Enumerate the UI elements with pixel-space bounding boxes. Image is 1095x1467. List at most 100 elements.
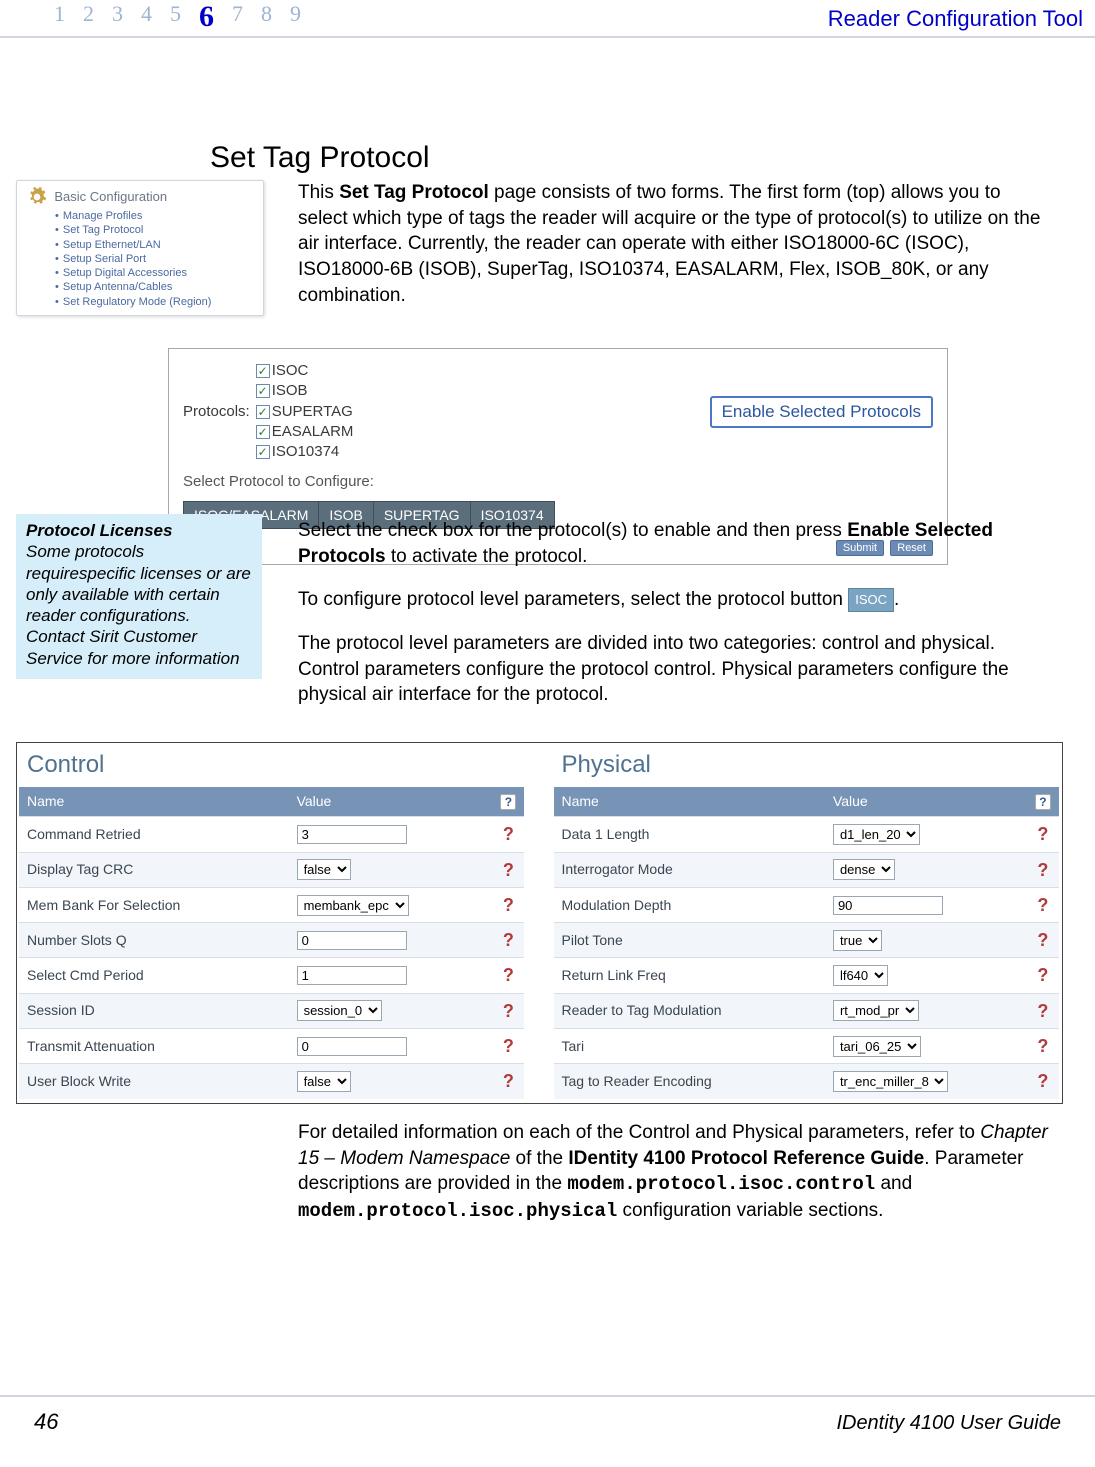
physical-input-2[interactable] — [833, 896, 943, 915]
param-value-cell — [289, 817, 493, 852]
help-icon[interactable]: ? — [503, 1036, 514, 1056]
sidebar-item-6[interactable]: Set Regulatory Mode (Region) — [55, 295, 255, 309]
table-row: Tag to Reader Encodingtr_enc_miller_8? — [554, 1064, 1059, 1099]
control-input-3[interactable] — [297, 931, 407, 950]
protocols-row: Protocols: ✓ ISOC ✓ ISOB ✓ SUPERTAG ✓ EA… — [183, 361, 933, 462]
table-row: Mem Bank For Selectionmembank_epc? — [19, 887, 524, 922]
chapter-num-2[interactable]: 2 — [83, 0, 94, 39]
protocol-option-easalarm[interactable]: ✓ EASALARM — [256, 422, 354, 442]
help-icon[interactable]: ? — [1037, 1001, 1048, 1021]
enable-selected-button[interactable]: Enable Selected Protocols — [710, 396, 933, 428]
chapter-num-5[interactable]: 5 — [170, 0, 181, 39]
checkbox-icon[interactable]: ✓ — [256, 384, 270, 398]
checkbox-icon[interactable]: ✓ — [256, 364, 270, 378]
help-icon[interactable]: ? — [503, 895, 514, 915]
param-name: Number Slots Q — [19, 923, 289, 958]
physical-title: Physical — [552, 749, 1063, 781]
physical-select-6[interactable]: tari_06_25 — [833, 1036, 921, 1057]
sidebar-item-0[interactable]: Manage Profiles — [55, 209, 255, 223]
basic-config-title: Basic Configuration — [54, 189, 167, 204]
param-value-cell: dense — [825, 852, 1027, 887]
physical-col-help: ? — [1027, 787, 1059, 816]
param-value-cell — [825, 887, 1027, 922]
help-header-icon[interactable]: ? — [1035, 794, 1051, 810]
physical-select-7[interactable]: tr_enc_miller_8 — [833, 1071, 948, 1092]
physical-select-1[interactable]: dense — [833, 859, 895, 880]
sidebar-item-5[interactable]: Setup Antenna/Cables — [55, 280, 255, 294]
mid-p1c: to activate the protocol. — [386, 546, 588, 567]
help-icon[interactable]: ? — [1037, 895, 1048, 915]
physical-col-value: Value — [825, 787, 1027, 816]
chapter-num-1[interactable]: 1 — [54, 0, 65, 39]
control-input-6[interactable] — [297, 1037, 407, 1056]
table-row: Transmit Attenuation? — [19, 1029, 524, 1064]
param-value-cell: d1_len_20 — [825, 817, 1027, 852]
checkbox-icon[interactable]: ✓ — [256, 405, 270, 419]
basic-config-card: Basic Configuration Manage ProfilesSet T… — [16, 180, 264, 316]
param-value-cell: membank_epc — [289, 887, 493, 922]
help-icon[interactable]: ? — [1037, 824, 1048, 844]
callout-body: Some protocols requirespecific licenses … — [26, 541, 252, 669]
help-icon[interactable]: ? — [1037, 1071, 1048, 1091]
help-icon[interactable]: ? — [1037, 1036, 1048, 1056]
physical-select-4[interactable]: lf640 — [833, 965, 888, 986]
physical-col-name: Name — [554, 787, 825, 816]
page-number: 46 — [34, 1407, 58, 1437]
control-panel: Control Name Value ? Command Retried?Dis… — [17, 743, 528, 1103]
chapter-num-3[interactable]: 3 — [112, 0, 123, 39]
chapter-num-7[interactable]: 7 — [232, 0, 243, 39]
control-select-7[interactable]: false — [297, 1071, 351, 1092]
checkbox-icon[interactable]: ✓ — [256, 425, 270, 439]
chapter-num-6[interactable]: 6 — [199, 0, 214, 37]
protocol-option-isob[interactable]: ✓ ISOB — [256, 381, 354, 401]
chapter-num-8[interactable]: 8 — [261, 0, 272, 39]
control-select-2[interactable]: membank_epc — [297, 895, 409, 916]
sidebar-item-4[interactable]: Setup Digital Accessories — [55, 266, 255, 280]
help-icon[interactable]: ? — [503, 1001, 514, 1021]
help-icon[interactable]: ? — [1037, 860, 1048, 880]
isoc-chip-button[interactable]: ISOC — [848, 588, 894, 612]
top-bar: 123456789 Reader Configuration Tool — [0, 4, 1095, 34]
param-value-cell — [289, 1029, 493, 1064]
help-icon[interactable]: ? — [1037, 965, 1048, 985]
chapter-num-4[interactable]: 4 — [141, 0, 152, 39]
param-name: Transmit Attenuation — [19, 1029, 289, 1064]
help-icon[interactable]: ? — [503, 860, 514, 880]
protocols-label: Protocols: — [183, 402, 250, 422]
header-rule — [0, 36, 1095, 38]
sidebar-item-1[interactable]: Set Tag Protocol — [55, 223, 255, 237]
protocol-option-isoc[interactable]: ✓ ISOC — [256, 361, 354, 381]
help-icon[interactable]: ? — [1037, 930, 1048, 950]
protocol-option-label: ISOC — [272, 361, 309, 381]
control-input-0[interactable] — [297, 825, 407, 844]
sidebar-item-2[interactable]: Setup Ethernet/LAN — [55, 238, 255, 252]
param-name: Session ID — [19, 993, 289, 1028]
protocols-options: ✓ ISOC ✓ ISOB ✓ SUPERTAG ✓ EASALARM ✓ IS… — [256, 361, 354, 462]
help-icon[interactable]: ? — [503, 824, 514, 844]
physical-body: Data 1 Lengthd1_len_20?Interrogator Mode… — [554, 817, 1059, 1099]
control-select-1[interactable]: false — [297, 859, 351, 880]
help-header-icon[interactable]: ? — [500, 794, 516, 810]
help-icon[interactable]: ? — [503, 1071, 514, 1091]
sidebar-item-3[interactable]: Setup Serial Port — [55, 252, 255, 266]
physical-select-0[interactable]: d1_len_20 — [833, 824, 920, 845]
checkbox-icon[interactable]: ✓ — [256, 445, 270, 459]
table-row: Interrogator Modedense? — [554, 852, 1059, 887]
bottom-t5: configuration variable sections. — [617, 1200, 883, 1221]
help-icon[interactable]: ? — [503, 965, 514, 985]
bottom-mono1: modem.protocol.isoc.control — [567, 1173, 875, 1195]
protocol-option-supertag[interactable]: ✓ SUPERTAG — [256, 402, 354, 422]
param-value-cell: false — [289, 852, 493, 887]
protocol-option-iso10374[interactable]: ✓ ISO10374 — [256, 442, 354, 462]
param-value-cell: rt_mod_pr — [825, 993, 1027, 1028]
physical-select-3[interactable]: true — [833, 930, 882, 951]
chapter-num-9[interactable]: 9 — [290, 0, 301, 39]
control-select-5[interactable]: session_0 — [297, 1000, 382, 1021]
table-row: Reader to Tag Modulationrt_mod_pr? — [554, 993, 1059, 1028]
physical-select-5[interactable]: rt_mod_pr — [833, 1000, 919, 1021]
mid-p2a: To configure protocol level parameters, … — [298, 589, 848, 610]
param-name: Display Tag CRC — [19, 852, 289, 887]
control-input-4[interactable] — [297, 966, 407, 985]
help-icon[interactable]: ? — [503, 930, 514, 950]
param-value-cell: lf640 — [825, 958, 1027, 993]
